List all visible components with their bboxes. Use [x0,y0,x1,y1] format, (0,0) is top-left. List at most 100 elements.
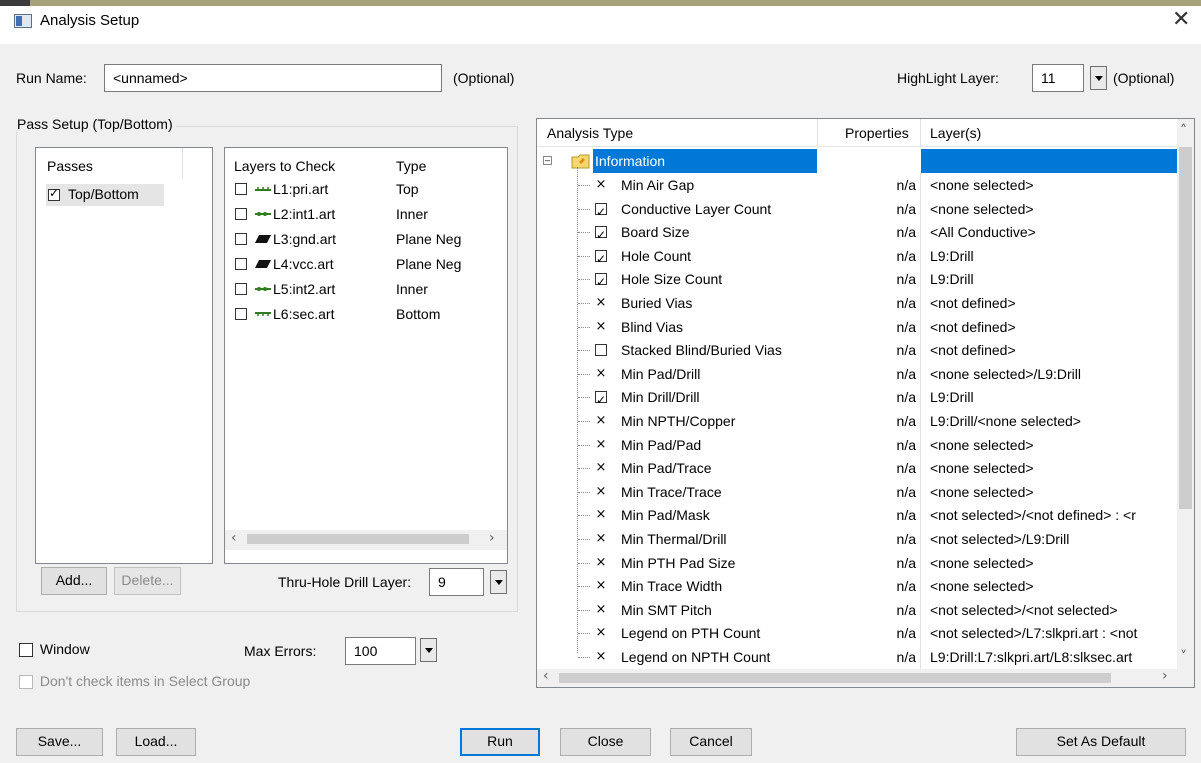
close-button[interactable]: Close [560,728,651,756]
max-errors-input[interactable] [345,637,416,665]
load-button[interactable]: Load... [116,728,196,756]
run-button[interactable]: Run [460,728,540,756]
passes-list[interactable]: Passes Top/Bottom [35,147,213,564]
not-applicable-icon[interactable]: × [594,645,608,669]
window-checkbox-row[interactable]: Window [19,641,90,658]
cancel-button[interactable]: Cancel [670,728,752,756]
layers-header-column[interactable]: Layer(s) [930,121,981,145]
analysis-properties: n/a [896,177,916,193]
highlight-layer-dropdown[interactable] [1090,66,1107,90]
analysis-row[interactable]: × Min Trace Width n/a <none selected> [537,574,1177,599]
analysis-row[interactable]: Conductive Layer Count n/a <none selected> [537,196,1177,224]
layer-row[interactable]: L4:vcc.art Plane Neg [235,252,495,276]
not-applicable-icon[interactable]: × [594,621,608,645]
analysis-row[interactable]: × Min Pad/Drill n/a <none selected>/L9:Dril… [537,361,1177,386]
layer-row[interactable]: L3:gnd.art Plane Neg [235,227,495,251]
layer-checkbox[interactable] [235,258,247,270]
delete-pass-button[interactable]: Delete... [114,567,181,595]
layer-checkbox[interactable] [235,233,247,245]
close-icon[interactable]: ✕ [1172,6,1190,32]
tree-root-row[interactable]: – Information [537,149,1177,173]
not-applicable-icon[interactable]: × [594,551,608,575]
max-errors-dropdown[interactable] [420,638,437,662]
analysis-row[interactable]: × Min Thermal/Drill n/a <not selected>/L9:D… [537,527,1177,551]
properties-header[interactable]: Properties [845,121,909,145]
analysis-row[interactable]: × Min SMT Pitch n/a <not selected>/<not sel… [537,597,1177,622]
analysis-row[interactable]: × Legend on NPTH Count n/a L9:Drill:L7:slkp… [537,645,1177,669]
analysis-vscrollbar[interactable]: ˄ ˅ [1177,119,1194,669]
analysis-row[interactable]: Hole Size Count n/a L9:Drill [537,267,1177,294]
analysis-checkbox[interactable] [595,270,607,294]
not-applicable-icon[interactable]: × [594,362,608,386]
not-applicable-icon[interactable]: × [594,598,608,622]
analysis-row[interactable]: × Min PTH Pad Size n/a <none selected> [537,550,1177,575]
not-applicable-icon[interactable]: × [594,456,608,480]
scroll-down-icon[interactable]: ˅ [1180,649,1187,665]
analysis-table[interactable]: Analysis Type Properties Layer(s) – Info… [536,118,1195,688]
not-applicable-icon[interactable]: × [594,173,608,197]
layer-row[interactable]: L2:int1.art Inner [235,202,495,226]
pass-item-top-bottom[interactable]: Top/Bottom [46,184,164,206]
not-applicable-icon[interactable]: × [594,503,608,527]
collapse-icon[interactable]: – [543,156,552,165]
select-group-checkbox-row[interactable]: Don't check items in Select Group [19,673,250,690]
analysis-row[interactable]: × Legend on PTH Count n/a <not selected>/L7… [537,621,1177,646]
analysis-row[interactable]: Min Drill/Drill n/a L9:Drill [537,385,1177,412]
analysis-row[interactable]: × Buried Vias n/a <not defined> [537,291,1177,315]
analysis-row[interactable]: × Min Pad/Mask n/a <not selected>/<not defi… [537,503,1177,528]
run-name-input[interactable] [104,64,442,92]
scroll-right-icon[interactable]: › [1162,668,1168,684]
not-applicable-icon[interactable]: × [594,527,608,551]
vscroll-thumb[interactable] [1179,147,1192,509]
layer-checkbox[interactable] [235,183,247,195]
scroll-left-icon[interactable]: ‹ [231,530,237,546]
analysis-row[interactable]: × Min Air Gap n/a <none selected> [537,173,1177,197]
set-as-default-button[interactable]: Set As Default [1016,728,1186,756]
run-name-optional: (Optional) [453,70,515,86]
add-pass-button[interactable]: Add... [41,567,107,595]
layers-list[interactable]: Layers to Check Type L1:pri.art Top L2:i… [224,147,508,564]
analysis-checkbox[interactable] [595,344,607,357]
layer-row[interactable]: L6:sec.art Bottom [235,302,495,326]
drill-layer-dropdown[interactable] [490,570,507,594]
analysis-checkbox[interactable] [595,388,607,412]
layer-checkbox[interactable] [235,308,247,320]
window-checkbox[interactable] [19,643,33,658]
not-applicable-icon[interactable]: × [594,409,608,433]
analysis-type-header[interactable]: Analysis Type [547,121,633,145]
analysis-checkbox[interactable] [595,200,607,224]
pass-checkbox[interactable] [48,186,60,201]
analysis-hscrollbar[interactable]: ‹ › [537,668,1194,687]
not-applicable-icon[interactable]: × [594,291,608,315]
scroll-right-icon[interactable]: › [489,530,495,546]
layer-checkbox[interactable] [235,208,247,220]
analysis-row[interactable]: × Min Pad/Pad n/a <none selected> [537,432,1177,457]
select-group-checkbox[interactable] [19,675,33,690]
save-button[interactable]: Save... [16,728,103,756]
analysis-row[interactable]: Stacked Blind/Buried Vias n/a <not defined… [537,338,1177,363]
analysis-row[interactable]: × Blind Vias n/a <not defined> [537,314,1177,339]
not-applicable-icon[interactable]: × [594,315,608,339]
scroll-up-icon[interactable]: ˄ [1180,123,1187,139]
analysis-row[interactable]: Board Size n/a <All Conductive> [537,220,1177,247]
highlight-layer-input[interactable] [1032,64,1084,92]
not-applicable-icon[interactable]: × [594,433,608,457]
drill-layer-input[interactable] [429,568,484,596]
layer-row[interactable]: L5:int2.art Inner [235,277,495,301]
analysis-row[interactable]: Hole Count n/a L9:Drill [537,243,1177,271]
layers-hscrollbar[interactable]: ‹ › [225,530,507,550]
analysis-checkbox[interactable] [595,223,607,247]
pass-label: Top/Bottom [68,186,139,202]
not-applicable-icon[interactable]: × [594,480,608,504]
analysis-layers: <none selected> [930,177,1034,193]
layer-checkbox[interactable] [235,283,247,295]
analysis-layers: L9:Drill [930,247,974,264]
analysis-checkbox[interactable] [595,247,607,271]
scroll-left-icon[interactable]: ‹ [543,668,549,684]
analysis-row[interactable]: × Min NPTH/Copper n/a L9:Drill/<none select… [537,409,1177,433]
not-applicable-icon[interactable]: × [594,574,608,598]
analysis-row[interactable]: × Min Trace/Trace n/a <none selected> [537,479,1177,504]
analysis-row[interactable]: × Min Pad/Trace n/a <none selected> [537,456,1177,481]
analysis-name: Min Trace/Trace [621,483,722,500]
layer-row[interactable]: L1:pri.art Top [235,177,495,201]
